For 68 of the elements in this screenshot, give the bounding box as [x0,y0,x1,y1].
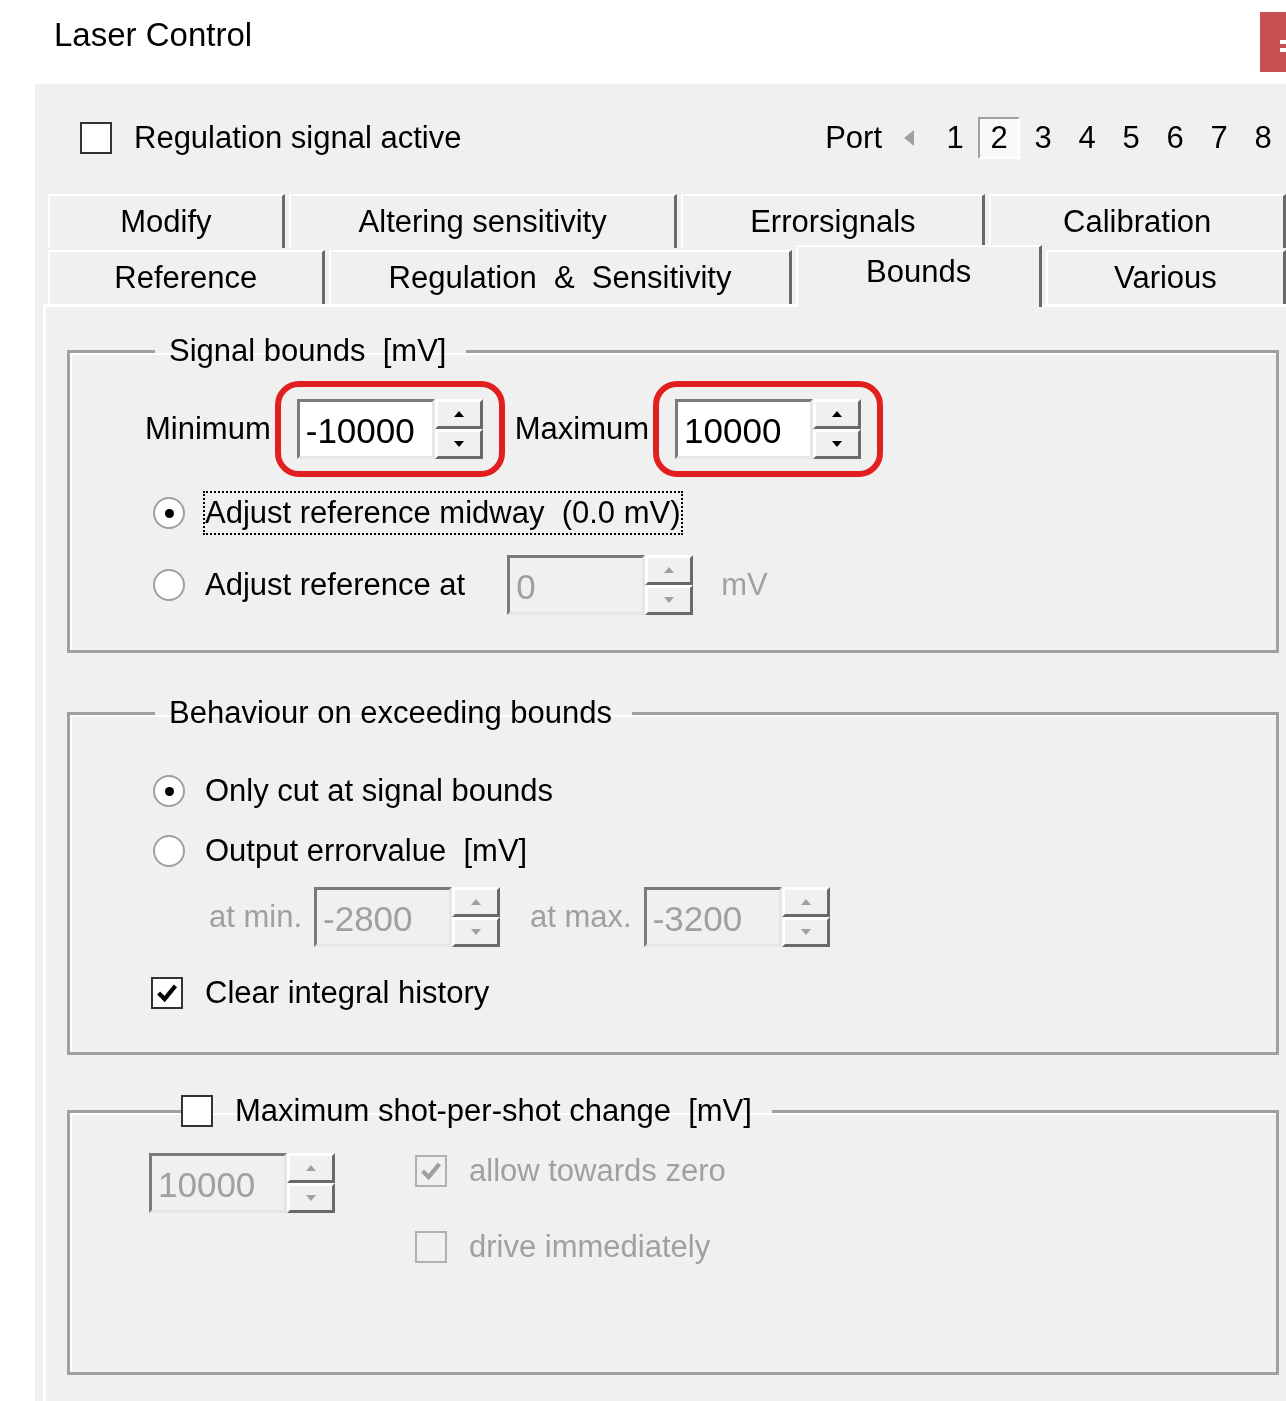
port-number[interactable]: 1 [934,117,976,159]
radio-label: Adjust reference at [204,566,467,604]
checkbox-label: drive immediately [469,1229,711,1265]
port-number[interactable]: 4 [1066,117,1108,159]
tab[interactable]: Errorsignals [681,194,986,248]
tab[interactable]: Reference [48,250,325,304]
spin-down-button[interactable] [813,429,862,459]
checkbox-label: allow towards zero [469,1153,726,1189]
down-arrow-icon [832,441,843,447]
group-title: Signal bounds [mV] [169,333,447,368]
checkbox-label: Clear integral history [205,975,490,1011]
spin-down-button[interactable] [781,917,830,947]
spin-down-button[interactable] [434,429,483,459]
close-button[interactable] [1260,12,1286,72]
down-arrow-icon [800,929,811,935]
up-arrow-icon [471,899,482,905]
radio-button[interactable] [153,775,185,807]
spin-down-button[interactable] [287,1183,335,1213]
spin-up-button[interactable] [434,399,483,429]
port-number[interactable]: 8 [1242,117,1284,159]
unit-label: mV [721,567,768,603]
up-arrow-icon [832,411,843,417]
down-arrow-icon [471,929,482,935]
checkbox[interactable] [151,977,183,1009]
port-number[interactable]: 5 [1110,117,1152,159]
radio-button[interactable] [153,835,185,867]
window-title: Laser Control [54,16,253,54]
checkbox[interactable] [80,122,112,154]
port-number[interactable]: 7 [1198,117,1240,159]
port-number[interactable]: 3 [1022,117,1064,159]
radio-label: Only cut at signal bounds [204,772,555,810]
up-arrow-icon [664,567,675,573]
spin-up-button[interactable] [781,887,830,917]
spin-up-button[interactable] [813,399,862,429]
group-title: Maximum shot-per-shot change [mV] [235,1093,752,1129]
up-arrow-icon [800,899,811,905]
tab[interactable]: Modify [48,194,285,248]
field-label: at min. [209,899,303,935]
radio-button[interactable] [153,569,185,601]
number-field[interactable]: -10000 [296,399,435,459]
down-arrow-icon [664,597,675,603]
field-label: Maximum [514,411,650,447]
down-arrow-icon [453,441,464,447]
up-arrow-icon [453,411,464,417]
tab[interactable]: Calibration [989,194,1286,248]
field-label: Minimum [145,411,271,447]
number-field[interactable]: 10000 [675,399,814,459]
spin-down-button[interactable] [645,585,694,615]
up-arrow-icon [306,1165,316,1171]
checkbox-label: Regulation signal active [134,120,462,156]
tab[interactable]: Bounds [796,245,1042,307]
radio-label: Adjust reference midway (0.0 mV) [203,491,683,535]
spin-up-button[interactable] [452,887,501,917]
down-arrow-icon [306,1195,316,1201]
spin-up-button[interactable] [287,1153,335,1183]
port-number[interactable]: 2 [978,117,1020,159]
tab[interactable]: Altering sensitivity [288,194,678,248]
port-label: Port [825,120,882,156]
spin-up-button[interactable] [645,555,694,585]
field-label: at max. [530,899,632,935]
radio-button[interactable] [153,497,185,529]
port-number[interactable]: 6 [1154,117,1196,159]
group-title: Behaviour on exceeding bounds [169,695,612,730]
spin-down-button[interactable] [452,917,501,947]
tab[interactable]: Various [1045,250,1286,304]
radio-label: Output errorvalue [mV] [204,832,529,870]
checkbox[interactable] [181,1095,213,1127]
tab[interactable]: Regulation & Sensitivity [328,250,793,304]
